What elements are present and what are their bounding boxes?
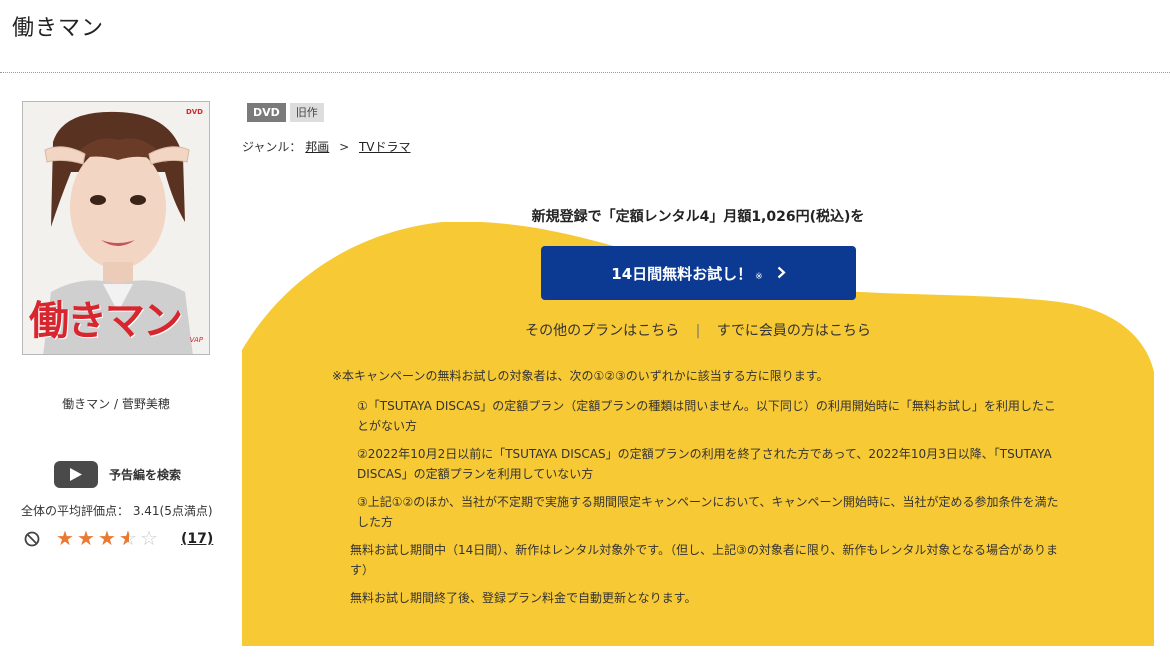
condition-1: ①「TSUTAYA DISCAS」の定額プラン（定額プランの種類は問いません。以… [357,399,1056,433]
member-login-link[interactable]: すでに会員の方はこちら [717,323,871,339]
genre-link-tvdrama[interactable]: TVドラマ [359,140,411,154]
badge-old-release: 旧作 [289,103,324,122]
cover-label-mark: VAP [189,336,203,344]
free-trial-button[interactable]: 14日間無料お試し！ ※ [541,246,856,300]
notes-trial-period: 無料お試し期間中（14日間）、新作はレンタル対象外です。（但し、上記③の対象者に… [350,543,1058,577]
title-divider [0,72,1170,73]
genre-link-hougaku[interactable]: 邦画 [305,140,329,154]
star-full-icon: ★ [98,526,116,550]
star-empty-icon: ☆ [140,526,158,550]
free-trial-label: 14日間無料お試し！ [611,264,753,283]
chevron-right-icon [777,264,786,283]
other-plans-link[interactable]: その他のプランはこちら [525,323,679,339]
condition-2: ②2022年10月2日以前に「TSUTAYA DISCAS」の定額プランの利用を… [357,447,1052,481]
link-divider: | [695,323,701,339]
notes-auto-renewal: 無料お試し期間終了後、登録プラン料金で自動更新となります。 [350,591,697,605]
cast-line[interactable]: 働きマン / 菅野美穂 [0,395,232,412]
page-title: 働きマン [12,16,105,41]
not-interested-icon[interactable] [24,531,40,547]
star-full-icon: ★ [56,526,74,550]
campaign-title: 新規登録で「定額レンタル4」月額1,026円(税込)を [531,209,865,225]
condition-3: ③上記①②のほか、当社が不定期で実施する期間限定キャンペーンにおいて、キャンペー… [357,495,1059,529]
genre-label: ジャンル： [242,140,302,154]
free-trial-note-mark: ※ [755,272,763,282]
rating-stars[interactable]: ★ ★ ★ ☆ ☆ [56,528,160,548]
plan-links: その他のプランはこちら | すでに会員の方はこちら [242,320,1154,340]
review-count-link[interactable]: (17) [181,531,213,547]
cover-image[interactable]: DVD 働きマン VAP [22,101,210,355]
badge-dvd: DVD [247,103,286,122]
star-full-icon: ★ [77,526,95,550]
play-icon[interactable] [54,461,98,488]
star-half-icon: ☆ [119,528,139,548]
notes-intro: ※本キャンペーンの無料お試しの対象者は、次の①②③のいずれかに該当する方に限りま… [332,369,829,383]
campaign-notes: ※本キャンペーンの無料お試しの対象者は、次の①②③のいずれかに該当する方に限りま… [332,366,1092,616]
genre-breadcrumb: ジャンル： 邦画 > TVドラマ [242,138,411,155]
genre-separator: > [339,140,350,154]
average-rating-text: 全体の平均評価点： 3.41(5点満点) [21,504,213,518]
trailer-search-link[interactable]: 予告編を検索 [109,466,181,483]
format-badges: DVD 旧作 [247,103,324,122]
cover-title: 働きマン [29,298,183,344]
cover-dvd-mark: DVD [185,108,203,116]
